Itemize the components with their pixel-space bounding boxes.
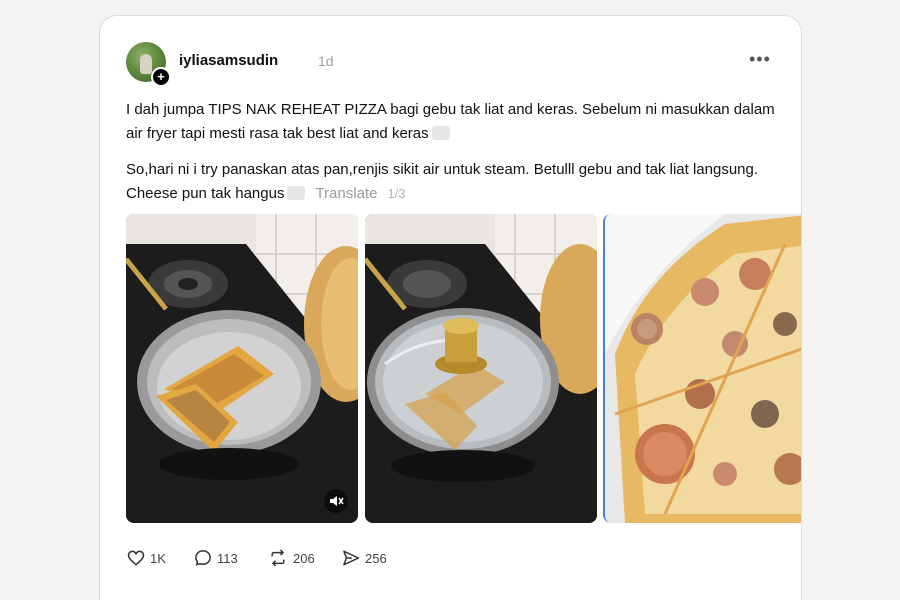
send-arrow-icon [343, 550, 360, 566]
share-button[interactable]: 256 [341, 547, 387, 569]
mute-glyph [330, 496, 344, 506]
media-photo-pizza-closeup[interactable] [603, 214, 801, 523]
photo-pizza-in-pan [126, 214, 358, 523]
page-background: + iyliasamsudin 1d ••• I dah jumpa TIPS … [0, 0, 900, 600]
share-count: 256 [365, 550, 387, 566]
repost-button[interactable]: 206 [267, 547, 315, 569]
photo-pizza-covered-pan [365, 214, 597, 523]
post-paragraph-2: So,hari ni i try panaskan atas pan,renji… [126, 158, 786, 206]
emoji-icon [287, 186, 306, 200]
comment-button[interactable]: 113 [193, 547, 238, 569]
photo-pizza-closeup [605, 214, 801, 523]
post-actions: 1K 113 206 256 [126, 547, 526, 571]
repost-count: 206 [293, 550, 315, 566]
mute-speaker-icon[interactable] [324, 489, 348, 513]
follow-badge[interactable]: + [151, 67, 171, 87]
repost-arrows-icon [271, 549, 285, 567]
media-photo-pan-covered[interactable] [365, 214, 597, 523]
like-button[interactable]: 1K [126, 547, 166, 569]
username[interactable]: iyliasamsudin [179, 52, 278, 69]
post-card: + iyliasamsudin 1d ••• I dah jumpa TIPS … [99, 15, 802, 600]
emoji-icon [431, 126, 450, 140]
post-paragraph-1: I dah jumpa TIPS NAK REHEAT PIZZA bagi g… [126, 98, 786, 146]
comment-count: 113 [217, 550, 238, 566]
post-body: I dah jumpa TIPS NAK REHEAT PIZZA bagi g… [126, 98, 786, 218]
media-page-counter: 1/3 [387, 186, 406, 201]
heart-icon [127, 550, 145, 566]
avatar-figure [140, 54, 152, 74]
speech-bubble-icon [195, 550, 211, 566]
timestamp: 1d [318, 53, 334, 69]
translate-link[interactable]: Translate [315, 185, 377, 202]
post-paragraph-1-text: I dah jumpa TIPS NAK REHEAT PIZZA bagi g… [126, 101, 775, 142]
like-count: 1K [150, 550, 166, 566]
post-paragraph-2-text: So,hari ni i try panaskan atas pan,renji… [126, 161, 759, 202]
avatar[interactable]: + [126, 42, 171, 87]
media-carousel[interactable] [126, 214, 801, 523]
more-horizontal-icon[interactable]: ••• [749, 50, 773, 68]
media-video-pan-open[interactable] [126, 214, 358, 523]
post-header: + iyliasamsudin 1d ••• [126, 42, 779, 87]
